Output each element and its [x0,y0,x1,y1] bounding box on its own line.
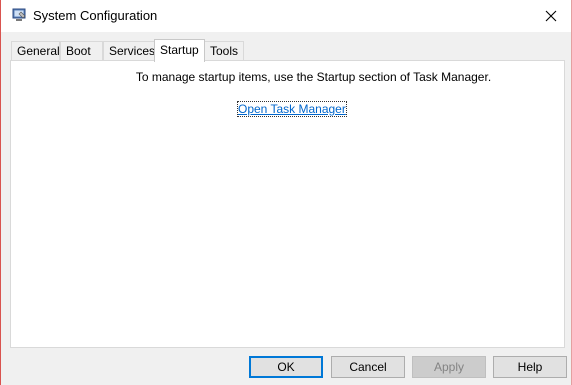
tab-services[interactable]: Services [103,41,155,61]
apply-button[interactable]: Apply [412,356,486,378]
tab-strip: General Boot Services Startup Tools [11,39,563,62]
tab-general[interactable]: General [11,41,60,61]
tab-tools[interactable]: Tools [204,41,244,61]
close-button[interactable] [531,0,571,32]
startup-info-text: To manage startup items, use the Startup… [135,70,492,84]
system-configuration-window: System Configuration General Boot Servic… [0,0,572,385]
title-bar[interactable]: System Configuration [1,0,571,32]
cancel-button[interactable]: Cancel [331,356,405,378]
close-icon [545,10,557,22]
system-configuration-icon [12,8,27,23]
startup-panel: To manage startup items, use the Startup… [10,60,565,348]
tab-boot[interactable]: Boot [60,41,103,61]
tab-startup[interactable]: Startup [154,39,205,62]
window-title: System Configuration [33,8,158,23]
ok-button[interactable]: OK [249,356,323,378]
help-button[interactable]: Help [493,356,567,378]
open-task-manager-link[interactable]: Open Task Manager [237,101,347,117]
